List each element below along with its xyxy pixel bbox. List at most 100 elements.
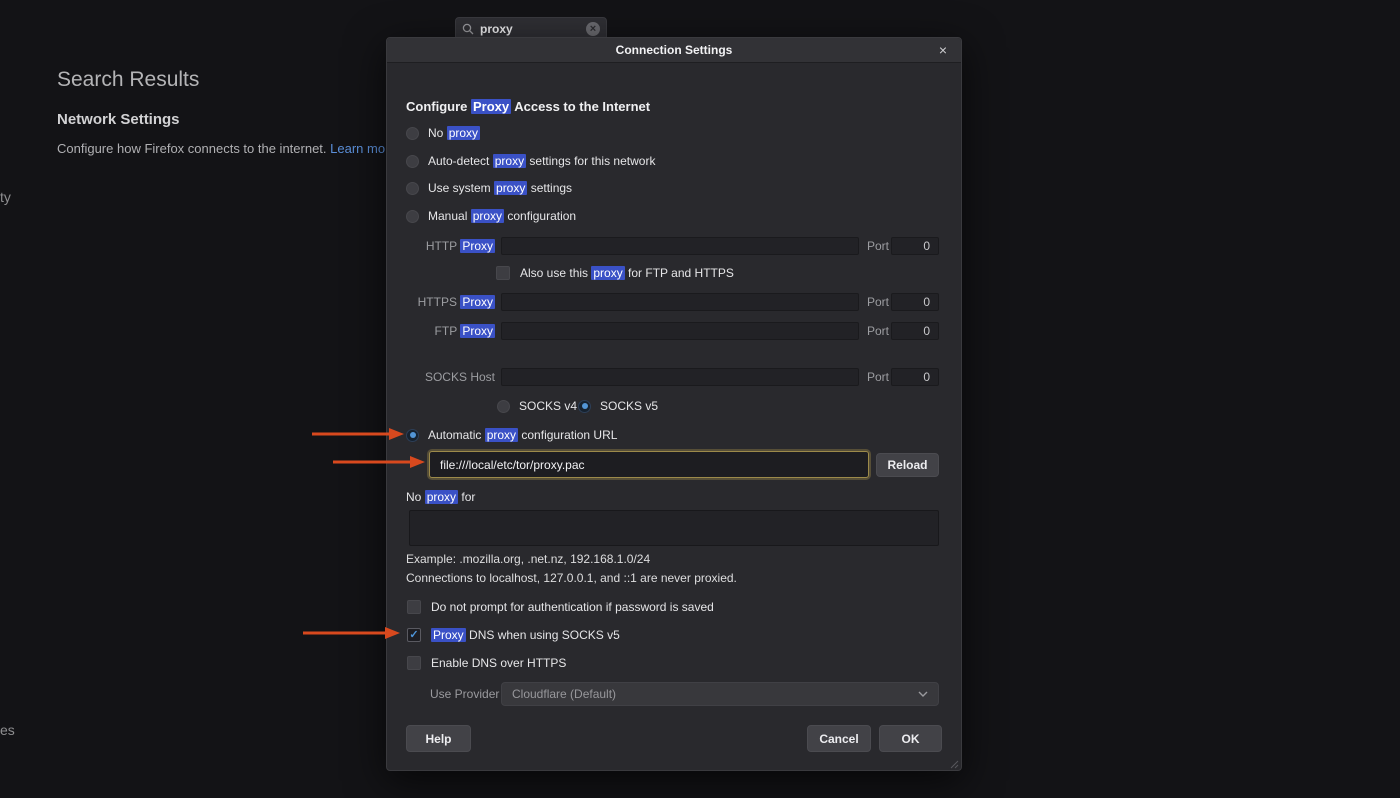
auth-checkbox-label: Do not prompt for authentication if pass… — [431, 600, 714, 614]
description-text: Configure how Firefox connects to the in… — [57, 141, 330, 156]
http-port-input[interactable]: 0 — [891, 237, 939, 255]
search-value: proxy — [480, 22, 580, 36]
resize-handle[interactable] — [949, 758, 959, 768]
radio-option-system-proxy[interactable]: Use system proxy settings — [406, 180, 572, 196]
https-proxy-input[interactable] — [501, 293, 859, 311]
https-port-label: Port — [867, 293, 889, 311]
radio-icon[interactable] — [406, 127, 419, 140]
radio-icon[interactable] — [406, 155, 419, 168]
annotation-arrow-proxy-dns — [303, 626, 400, 645]
https-proxy-label: HTTPS Proxy — [387, 293, 495, 311]
network-settings-title: Network Settings — [57, 111, 180, 128]
annotation-arrow-url-input — [333, 455, 425, 474]
proxy-dns-checkbox-row[interactable]: ✓ Proxy DNS when using SOCKS v5 — [407, 627, 620, 643]
heading-pre: Configure — [406, 99, 471, 114]
option-highlight: proxy — [485, 428, 518, 442]
ftp-port-label: Port — [867, 322, 889, 340]
radio-icon[interactable] — [406, 210, 419, 223]
radio-icon[interactable] — [497, 400, 510, 413]
socks-port-input[interactable]: 0 — [891, 368, 939, 386]
socks-v4-label: SOCKS v4 — [519, 399, 577, 413]
radio-icon-selected[interactable] — [578, 400, 591, 413]
socks-host-input[interactable] — [501, 368, 859, 386]
socks-port-label: Port — [867, 368, 889, 386]
provider-value: Cloudflare (Default) — [512, 687, 616, 701]
ftp-port-input[interactable]: 0 — [891, 322, 939, 340]
label-highlight: proxy — [425, 490, 458, 504]
close-icon[interactable]: × — [934, 41, 952, 59]
http-proxy-input[interactable] — [501, 237, 859, 255]
radio-option-manual-proxy[interactable]: Manual proxy configuration — [406, 208, 576, 224]
label-post: for — [458, 490, 475, 504]
socks-host-label: SOCKS Host — [387, 368, 495, 386]
heading-post: Access to the Internet — [511, 99, 650, 114]
checkbox-icon[interactable] — [407, 600, 421, 614]
also-use-highlight: proxy — [591, 266, 624, 280]
radio-option-no-proxy[interactable]: No proxy — [406, 125, 480, 141]
checkbox-icon[interactable] — [496, 266, 510, 280]
connection-settings-dialog: Connection Settings × Configure Proxy Ac… — [386, 37, 962, 771]
option-post: configuration — [504, 209, 576, 223]
option-highlight: proxy — [471, 209, 504, 223]
also-use-proxy-checkbox-row[interactable]: Also use this proxy for FTP and HTTPS — [496, 265, 734, 281]
option-pre: Automatic — [428, 428, 485, 442]
use-provider-label: Use Provider — [430, 687, 499, 701]
label-pre: No — [406, 490, 425, 504]
option-pre: Manual — [428, 209, 471, 223]
doh-checkbox-label: Enable DNS over HTTPS — [431, 656, 566, 670]
dialog-heading: Configure Proxy Access to the Internet — [406, 99, 650, 114]
label-highlight: Proxy — [460, 239, 495, 253]
no-proxy-for-textarea[interactable] — [409, 510, 939, 546]
socks-v5-label: SOCKS v5 — [600, 399, 658, 413]
radio-icon-selected[interactable] — [406, 429, 419, 442]
ok-button[interactable]: OK — [879, 725, 942, 752]
ftp-proxy-label: FTP Proxy — [387, 322, 495, 340]
auth-checkbox-row[interactable]: Do not prompt for authentication if pass… — [407, 599, 714, 615]
sidebar-label-fragment-bottom: es — [0, 722, 15, 738]
option-pre: No — [428, 126, 447, 140]
also-use-post: for FTP and HTTPS — [625, 266, 734, 280]
radio-option-autodetect-proxy[interactable]: Auto-detect proxy settings for this netw… — [406, 153, 655, 169]
label-highlight: Proxy — [460, 324, 495, 338]
dns-post: DNS when using SOCKS v5 — [466, 628, 620, 642]
help-button[interactable]: Help — [406, 725, 471, 752]
label-pre: HTTP — [426, 239, 460, 253]
proxy-url-input[interactable]: file:///local/etc/tor/proxy.pac — [429, 451, 869, 478]
radio-icon[interactable] — [406, 182, 419, 195]
radio-option-automatic-proxy-url[interactable]: Automatic proxy configuration URL — [406, 427, 617, 443]
option-highlight: proxy — [493, 154, 526, 168]
https-port-input[interactable]: 0 — [891, 293, 939, 311]
checkbox-icon[interactable] — [407, 656, 421, 670]
learn-more-link[interactable]: Learn mor — [330, 141, 389, 156]
proxy-url-value: file:///local/etc/tor/proxy.pac — [440, 458, 585, 472]
also-use-pre: Also use this — [520, 266, 591, 280]
clear-search-icon[interactable]: × — [586, 22, 600, 36]
http-proxy-label: HTTP Proxy — [387, 237, 495, 255]
network-settings-description: Configure how Firefox connects to the in… — [57, 141, 389, 156]
option-pre: Use system — [428, 181, 494, 195]
option-pre: Auto-detect — [428, 154, 493, 168]
reload-button[interactable]: Reload — [876, 453, 939, 477]
label-pre: HTTPS — [418, 295, 461, 309]
ftp-proxy-input[interactable] — [501, 322, 859, 340]
http-port-label: Port — [867, 237, 889, 255]
option-post: configuration URL — [518, 428, 617, 442]
dns-highlight: Proxy — [431, 628, 466, 642]
radio-socks-v4[interactable]: SOCKS v4 — [497, 398, 577, 414]
cancel-button[interactable]: Cancel — [807, 725, 871, 752]
dialog-title: Connection Settings — [616, 43, 733, 57]
label-highlight: Proxy — [460, 295, 495, 309]
doh-checkbox-row[interactable]: Enable DNS over HTTPS — [407, 655, 566, 671]
heading-highlight: Proxy — [471, 99, 511, 114]
dialog-header: Connection Settings × — [387, 38, 961, 63]
option-highlight: proxy — [447, 126, 480, 140]
chevron-down-icon — [918, 691, 928, 697]
localhost-note: Connections to localhost, 127.0.0.1, and… — [406, 571, 737, 585]
example-note: Example: .mozilla.org, .net.nz, 192.168.… — [406, 552, 650, 566]
option-highlight: proxy — [494, 181, 527, 195]
provider-dropdown[interactable]: Cloudflare (Default) — [501, 682, 939, 706]
radio-socks-v5[interactable]: SOCKS v5 — [578, 398, 658, 414]
option-post: settings for this network — [526, 154, 655, 168]
checkbox-checked-icon[interactable]: ✓ — [407, 628, 421, 642]
search-icon — [462, 23, 474, 35]
